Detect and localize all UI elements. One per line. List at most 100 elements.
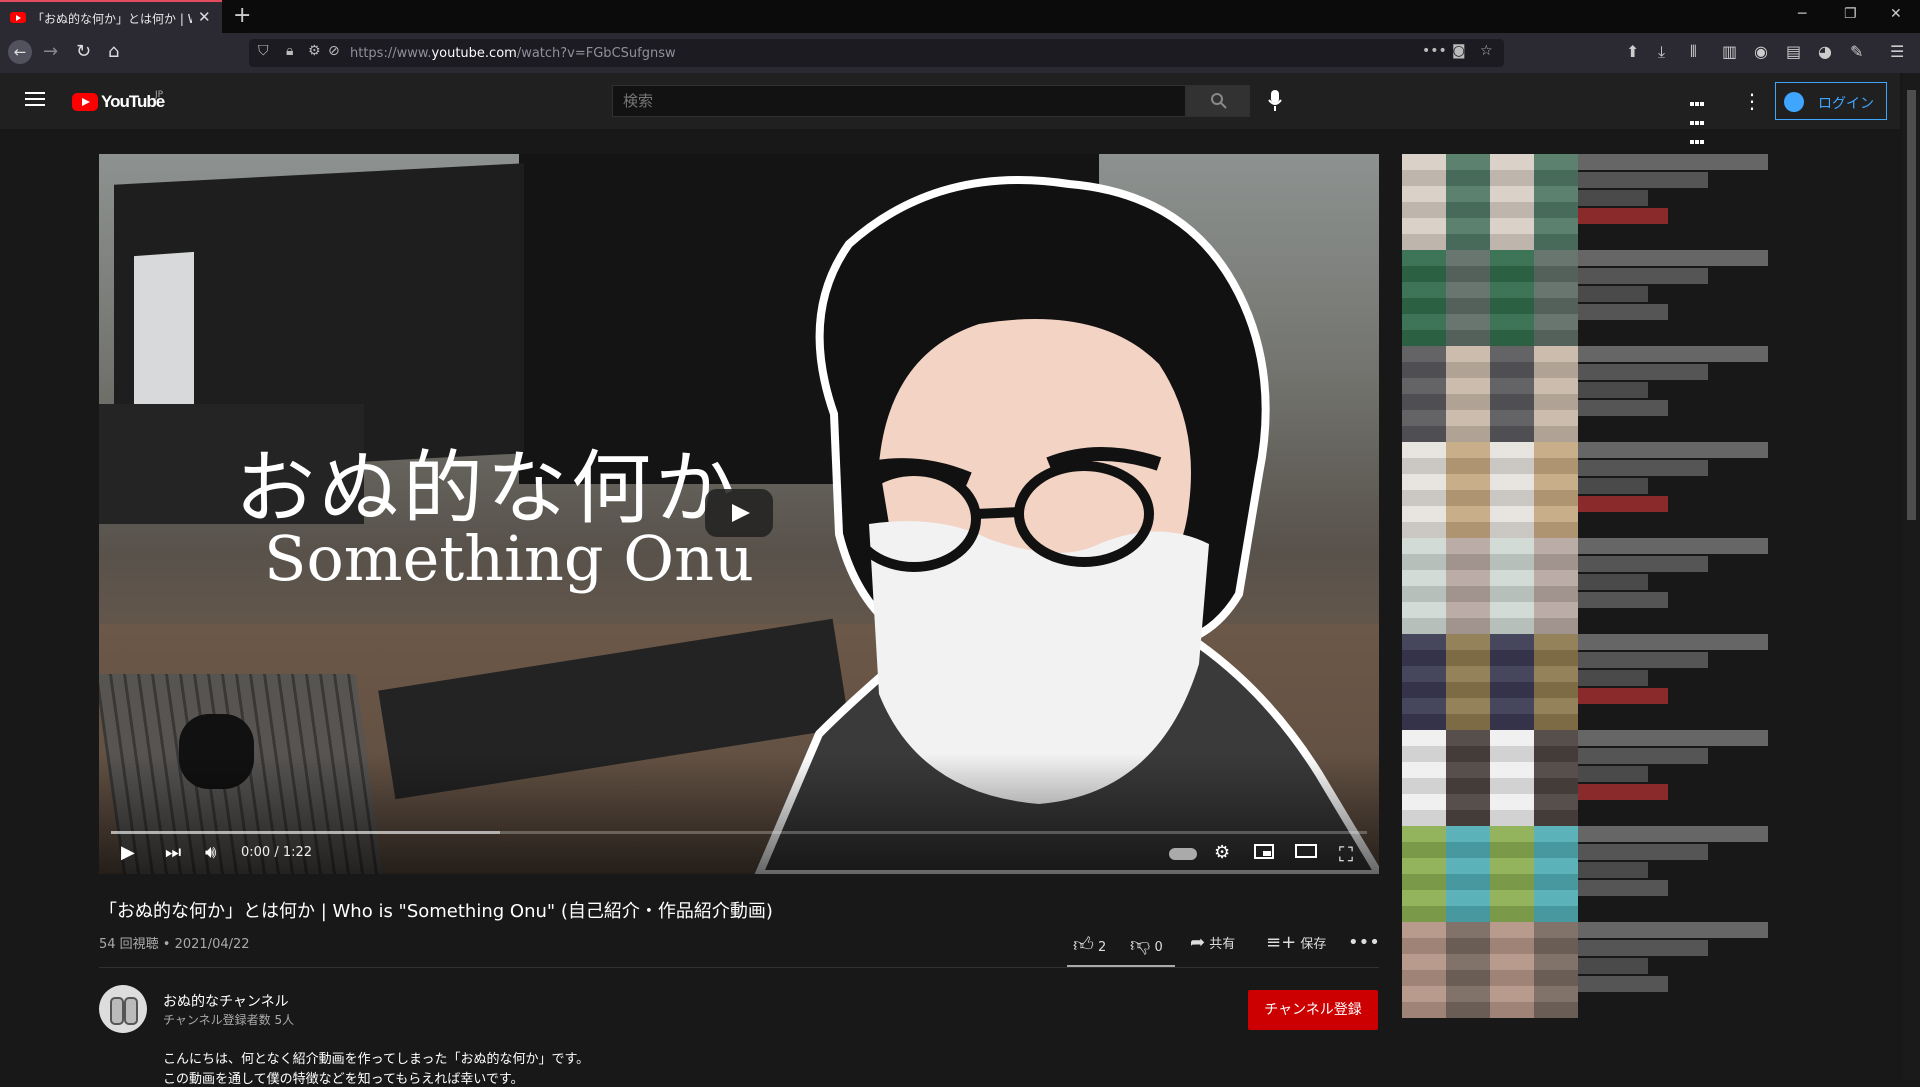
apps-grid-icon[interactable] [1690, 93, 1706, 144]
volume-icon[interactable]: 🔊︎ [205, 842, 216, 863]
blurred-text-bar [1578, 364, 1708, 380]
share-button[interactable]: ➦ 共有 [1190, 932, 1235, 953]
home-icon[interactable]: ⌂ [108, 41, 119, 62]
channel-avatar[interactable] [99, 985, 147, 1033]
reload-icon[interactable]: ↻ [76, 41, 91, 62]
related-video-thumbnail[interactable] [1402, 826, 1578, 922]
blurred-text-bar [1578, 250, 1768, 266]
download-icon[interactable]: ⤓ [1658, 42, 1665, 62]
related-video-thumbnail[interactable] [1402, 250, 1578, 346]
share-icon: ➦ [1190, 932, 1206, 953]
related-video-thumbnail[interactable] [1402, 634, 1578, 730]
save-button[interactable]: ≡+ 保存 [1266, 932, 1326, 953]
permissions-icon[interactable]: ⚙ [308, 43, 321, 59]
new-tab-icon[interactable]: + [233, 3, 251, 28]
related-video-meta[interactable] [1578, 250, 1788, 346]
microphone-icon [1268, 90, 1282, 111]
login-button[interactable]: ログイン [1775, 82, 1887, 120]
lock-icon[interactable]: 🔒︎ [286, 43, 293, 59]
account-icon[interactable]: ◉ [1754, 42, 1768, 61]
restore-icon[interactable]: ❐ [1844, 6, 1857, 22]
thumbnail-pixel-overlay [1402, 154, 1578, 250]
blurred-text-bar [1578, 922, 1768, 938]
youtube-logo-icon[interactable] [72, 93, 98, 111]
related-video-meta[interactable] [1578, 922, 1788, 1018]
autoplay-blocked-icon[interactable]: ⊘ [328, 43, 340, 59]
theater-mode-icon[interactable] [1295, 844, 1317, 858]
fullscreen-icon[interactable]: ⛶ [1339, 842, 1353, 866]
pen-icon[interactable]: ✎ [1850, 42, 1863, 61]
container-icon[interactable]: ▤ [1786, 42, 1801, 61]
blurred-text-bar [1578, 688, 1668, 704]
related-video-thumbnail[interactable] [1402, 442, 1578, 538]
related-video-meta[interactable] [1578, 826, 1788, 922]
youtube-favicon-icon [10, 12, 26, 23]
blurred-text-bar [1578, 496, 1668, 512]
subscribe-button[interactable]: チャンネル登録 [1248, 990, 1378, 1030]
window-close-icon[interactable]: ✕ [1890, 6, 1902, 22]
more-actions-icon[interactable]: ••• [1348, 932, 1380, 953]
thumbnail-pixel-overlay [1402, 634, 1578, 730]
dislike-button[interactable]: 👎︎ 0 [1130, 932, 1163, 957]
related-video-thumbnail[interactable] [1402, 922, 1578, 1018]
url-text[interactable]: https://www.youtube.com/watch?v=FGbCSufg… [350, 46, 676, 61]
related-video-meta[interactable] [1578, 538, 1788, 634]
login-label: ログイン [1818, 96, 1874, 112]
related-video-meta[interactable] [1578, 634, 1788, 730]
search-button[interactable] [1186, 85, 1250, 117]
blurred-text-bar [1578, 940, 1708, 956]
related-video-meta[interactable] [1578, 154, 1788, 250]
settings-gear-icon[interactable]: ⚙ [1214, 842, 1230, 863]
profile-icon[interactable]: ◕ [1818, 42, 1832, 61]
sidebar-icon[interactable]: ▥ [1722, 42, 1737, 61]
blurred-text-bar [1578, 634, 1768, 650]
scrollbar-thumb[interactable] [1907, 90, 1916, 520]
related-video-thumbnail[interactable] [1402, 154, 1578, 250]
subscriber-count: チャンネル登録者数 5人 [163, 1013, 295, 1027]
blurred-text-bar [1578, 346, 1768, 362]
description-line: この動画を通して僕の特徴などを知ってもらえれば幸いです。 [163, 1072, 524, 1087]
page-actions-icon[interactable]: ••• [1422, 43, 1447, 59]
bookmark-star-icon[interactable]: ☆ [1480, 43, 1493, 59]
search-input[interactable] [612, 85, 1186, 117]
channel-name[interactable]: おぬ的なチャンネル [163, 991, 289, 1011]
blurred-text-bar [1578, 670, 1648, 686]
next-icon[interactable]: ⏭ [165, 842, 181, 863]
blurred-text-bar [1578, 538, 1768, 554]
play-icon[interactable]: ▶ [121, 842, 135, 863]
related-video-thumbnail[interactable] [1402, 538, 1578, 634]
related-video-meta[interactable] [1578, 346, 1788, 442]
guide-menu-icon[interactable] [25, 92, 45, 106]
minimize-icon[interactable]: ─ [1798, 6, 1806, 22]
pocket-icon[interactable]: ◙ [1452, 43, 1466, 59]
back-icon[interactable]: ← [8, 40, 32, 64]
hamburger-menu-icon[interactable]: ☰ [1890, 42, 1904, 61]
big-play-button[interactable] [705, 489, 773, 537]
blurred-text-bar [1578, 748, 1708, 764]
browser-tab[interactable]: 「おぬ的な何か」とは何か | Who is "Something Onu" ✕ [0, 0, 222, 33]
related-video-meta[interactable] [1578, 730, 1788, 826]
extension-icon[interactable]: ⬆ [1626, 42, 1639, 61]
dislike-count: 0 [1154, 940, 1163, 955]
settings-menu-icon[interactable]: ⋮ [1742, 89, 1762, 113]
thumbnail-pixel-overlay [1402, 826, 1578, 922]
blurred-text-bar [1578, 304, 1668, 320]
blurred-text-bar [1578, 154, 1768, 170]
blurred-text-bar [1578, 976, 1668, 992]
tab-close-icon[interactable]: ✕ [198, 8, 211, 26]
blurred-text-bar [1578, 172, 1708, 188]
overlay-title-en: Something Onu [264, 522, 754, 595]
related-video-thumbnail[interactable] [1402, 346, 1578, 442]
video-player[interactable]: おぬ的な何か Something Onu ▶ ⏭ 🔊︎ 0:00 / 1:22 … [99, 154, 1379, 874]
related-video-meta[interactable] [1578, 442, 1788, 538]
related-video-thumbnail[interactable] [1402, 730, 1578, 826]
like-button[interactable]: 👍︎ 2 [1073, 932, 1106, 957]
autoplay-toggle[interactable] [1169, 848, 1197, 860]
library-icon[interactable]: ⫴ [1690, 42, 1697, 62]
miniplayer-icon[interactable] [1254, 844, 1274, 859]
blurred-text-bar [1578, 382, 1648, 398]
forward-icon[interactable]: → [43, 41, 58, 62]
view-count-date: 54 回視聴 • 2021/04/22 [99, 937, 250, 952]
shield-icon[interactable]: ⛉ [258, 43, 269, 59]
voice-search-button[interactable] [1268, 90, 1282, 117]
